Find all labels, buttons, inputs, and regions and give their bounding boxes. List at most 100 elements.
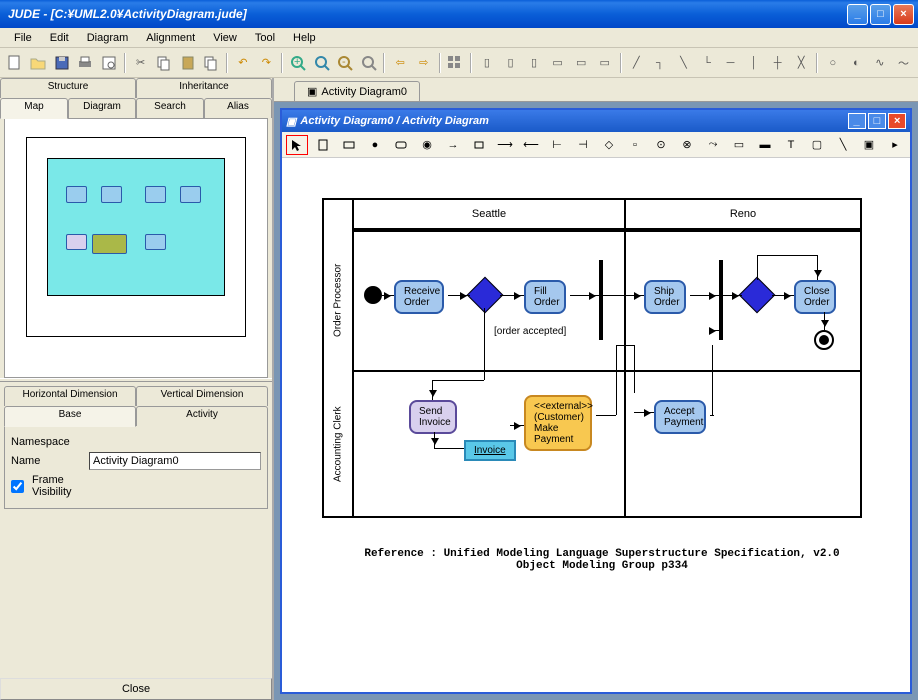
maximize-button[interactable]: □ bbox=[870, 4, 891, 25]
close-panel-button[interactable]: Close bbox=[0, 678, 272, 700]
zoomin-icon[interactable]: + bbox=[289, 54, 307, 72]
tool-merge[interactable]: ◇ bbox=[598, 135, 620, 155]
shape2-icon[interactable]: ◐ bbox=[848, 54, 866, 72]
cut-icon[interactable]: ✂ bbox=[132, 54, 150, 72]
activity-make-payment[interactable]: <<external>> (Customer) Make Payment bbox=[524, 395, 592, 451]
tab-hdim[interactable]: Horizontal Dimension bbox=[4, 386, 136, 406]
tab-vdim[interactable]: Vertical Dimension bbox=[136, 386, 268, 406]
map-preview-panel[interactable] bbox=[4, 118, 268, 378]
tool-pin[interactable]: ▫ bbox=[624, 135, 646, 155]
line7-icon[interactable]: ┼ bbox=[769, 54, 787, 72]
tool-action[interactable] bbox=[390, 135, 412, 155]
framevis-checkbox[interactable] bbox=[11, 480, 24, 493]
line3-icon[interactable]: ╲ bbox=[675, 54, 693, 72]
line2-icon[interactable]: ┐ bbox=[651, 54, 669, 72]
activity-receive[interactable]: Receive Order bbox=[394, 280, 444, 314]
tool-flow[interactable]: → bbox=[442, 135, 464, 155]
grid-icon[interactable] bbox=[447, 54, 465, 72]
menu-edit[interactable]: Edit bbox=[42, 30, 77, 46]
minimize-button[interactable]: _ bbox=[847, 4, 868, 25]
shape4-icon[interactable]: 〜 bbox=[895, 54, 913, 72]
menu-view[interactable]: View bbox=[205, 30, 245, 46]
align-middle-icon[interactable]: ▭ bbox=[572, 54, 590, 72]
open-icon[interactable] bbox=[30, 54, 48, 72]
menu-help[interactable]: Help bbox=[285, 30, 324, 46]
tool-anchor[interactable]: ╲ bbox=[832, 135, 854, 155]
activity-send-invoice[interactable]: Send Invoice bbox=[409, 400, 457, 434]
tool-object[interactable] bbox=[468, 135, 490, 155]
tool-text[interactable]: T bbox=[780, 135, 802, 155]
menu-tool[interactable]: Tool bbox=[247, 30, 283, 46]
doc-tab-activity[interactable]: ▣ Activity Diagram0 bbox=[294, 81, 420, 101]
new-icon[interactable] bbox=[6, 54, 24, 72]
align-right-icon[interactable]: ▯ bbox=[525, 54, 543, 72]
undo-icon[interactable]: ↶ bbox=[234, 54, 252, 72]
back-icon[interactable]: ⇦ bbox=[391, 54, 409, 72]
tool-frame[interactable]: ▣ bbox=[858, 135, 880, 155]
activity-fill[interactable]: Fill Order bbox=[524, 280, 566, 314]
zoomout-icon[interactable]: - bbox=[336, 54, 354, 72]
tool-accept[interactable]: ⟵ bbox=[520, 135, 542, 155]
tab-alias[interactable]: Alias bbox=[204, 98, 272, 118]
tool-note[interactable]: ▢ bbox=[806, 135, 828, 155]
object-invoice[interactable]: Invoice bbox=[464, 440, 516, 461]
tab-base[interactable]: Base bbox=[4, 406, 136, 427]
copy2-icon[interactable] bbox=[203, 54, 221, 72]
fork-bar-1[interactable] bbox=[599, 260, 603, 340]
decision-node-2[interactable] bbox=[739, 277, 776, 314]
zoomfit-icon[interactable] bbox=[360, 54, 378, 72]
activity-close[interactable]: Close Order bbox=[794, 280, 836, 314]
tool-fork[interactable]: ⊢ bbox=[546, 135, 568, 155]
preview-icon[interactable] bbox=[100, 54, 118, 72]
line5-icon[interactable]: ─ bbox=[722, 54, 740, 72]
tab-map[interactable]: Map bbox=[0, 98, 68, 119]
tool-dep[interactable]: ⤳ bbox=[702, 135, 724, 155]
tab-diagram[interactable]: Diagram bbox=[68, 98, 136, 118]
doc-max-button[interactable]: □ bbox=[868, 113, 886, 129]
decision-node-1[interactable] bbox=[467, 277, 504, 314]
align-top-icon[interactable]: ▭ bbox=[549, 54, 567, 72]
copy-icon[interactable] bbox=[155, 54, 173, 72]
doc-min-button[interactable]: _ bbox=[848, 113, 866, 129]
tab-activity[interactable]: Activity bbox=[136, 406, 268, 426]
activity-accept-payment[interactable]: Accept Payment bbox=[654, 400, 706, 434]
align-bottom-icon[interactable]: ▭ bbox=[596, 54, 614, 72]
shape1-icon[interactable]: ○ bbox=[824, 54, 842, 72]
menu-diagram[interactable]: Diagram bbox=[79, 30, 137, 46]
initial-node[interactable] bbox=[364, 286, 382, 304]
tab-inheritance[interactable]: Inheritance bbox=[136, 78, 272, 98]
line1-icon[interactable]: ╱ bbox=[628, 54, 646, 72]
tool-send[interactable]: ⟶ bbox=[494, 135, 516, 155]
final-node[interactable] bbox=[814, 330, 834, 350]
diagram-canvas[interactable]: Seattle Reno Order Processor Accounting … bbox=[282, 158, 910, 692]
align-center-icon[interactable]: ▯ bbox=[502, 54, 520, 72]
doc-close-button[interactable]: × bbox=[888, 113, 906, 129]
tool-connector[interactable]: ⊙ bbox=[650, 135, 672, 155]
tool-node1[interactable]: ▭ bbox=[728, 135, 750, 155]
tool-initial[interactable]: ● bbox=[364, 135, 386, 155]
tool-node2[interactable]: ▬ bbox=[754, 135, 776, 155]
line6-icon[interactable]: │ bbox=[745, 54, 763, 72]
tool-final[interactable]: ◉ bbox=[416, 135, 438, 155]
line8-icon[interactable]: ╳ bbox=[792, 54, 810, 72]
name-input[interactable] bbox=[89, 452, 261, 470]
tool-partition-v[interactable] bbox=[312, 135, 334, 155]
tool-flowfinal[interactable]: ⊗ bbox=[676, 135, 698, 155]
tool-partition-h[interactable] bbox=[338, 135, 360, 155]
tab-search[interactable]: Search bbox=[136, 98, 204, 118]
tab-structure[interactable]: Structure bbox=[0, 78, 136, 98]
tool-join[interactable]: ⊣ bbox=[572, 135, 594, 155]
paste-icon[interactable] bbox=[179, 54, 197, 72]
tool-more[interactable]: ▸ bbox=[884, 135, 906, 155]
save-icon[interactable] bbox=[53, 54, 71, 72]
forward-icon[interactable]: ⇨ bbox=[415, 54, 433, 72]
tool-pointer[interactable] bbox=[286, 135, 308, 155]
zoom100-icon[interactable] bbox=[313, 54, 331, 72]
align-left-icon[interactable]: ▯ bbox=[478, 54, 496, 72]
redo-icon[interactable]: ↷ bbox=[258, 54, 276, 72]
menu-file[interactable]: File bbox=[6, 30, 40, 46]
activity-ship[interactable]: Ship Order bbox=[644, 280, 686, 314]
line4-icon[interactable]: └ bbox=[698, 54, 716, 72]
close-button[interactable]: × bbox=[893, 4, 914, 25]
menu-alignment[interactable]: Alignment bbox=[138, 30, 203, 46]
